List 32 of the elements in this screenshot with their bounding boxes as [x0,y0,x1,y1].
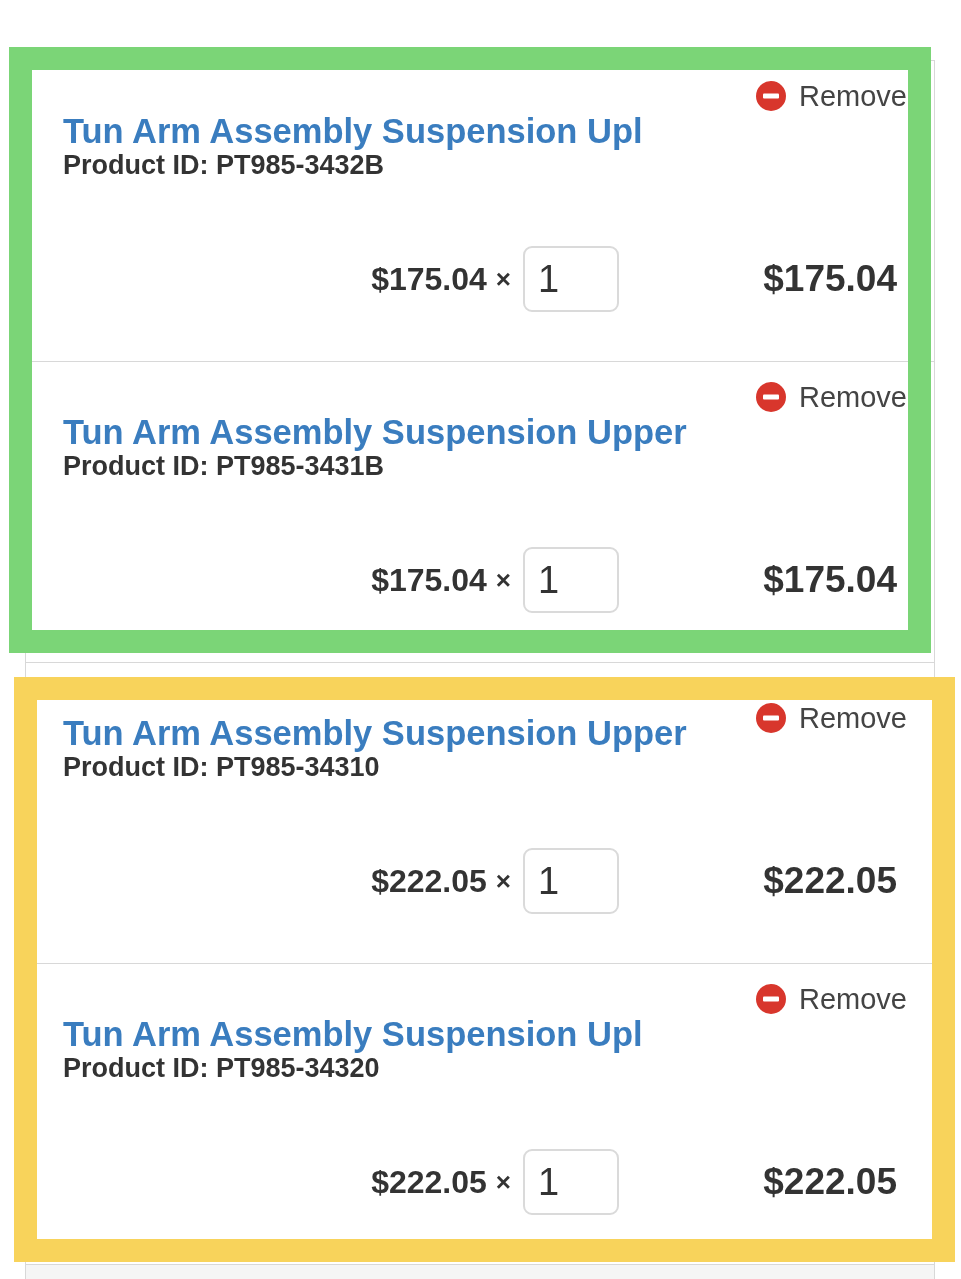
remove-button[interactable]: Remove [756,80,907,112]
line-total: $175.04 [762,560,898,600]
multiply-sign: × [495,1167,511,1197]
product-id: Product ID: PT985-34310 [63,752,380,782]
product-id: Product ID: PT985-34320 [63,1053,380,1083]
product-title-link[interactable]: Tun Arm Assembly Suspension Upper [63,714,687,752]
remove-button[interactable]: Remove [756,381,907,413]
minus-circle-icon [756,984,786,1014]
multiply-sign: × [495,264,511,294]
line-total: $222.05 [762,1162,898,1202]
quantity-field[interactable]: 1 [523,1149,619,1215]
unit-price: $175.04 [371,562,487,598]
multiply-sign: × [495,565,511,595]
remove-button[interactable]: Remove [756,983,907,1015]
unit-price: $222.05 [371,1164,487,1200]
quantity-field[interactable]: 1 [523,547,619,613]
line-total: $222.05 [762,861,898,901]
line-total: $175.04 [762,259,898,299]
unit-price: $222.05 [371,863,487,899]
unit-price: $175.04 [371,261,487,297]
quantity-field[interactable]: 1 [523,848,619,914]
minus-circle-icon [756,703,786,733]
product-title-link[interactable]: Tun Arm Assembly Suspension Upl [63,112,643,150]
product-title-link[interactable]: Tun Arm Assembly Suspension Upper [63,413,687,451]
minus-circle-icon [756,81,786,111]
product-title-link[interactable]: Tun Arm Assembly Suspension Upl [63,1015,643,1053]
multiply-sign: × [495,866,511,896]
quantity-field[interactable]: 1 [523,246,619,312]
minus-circle-icon [756,382,786,412]
remove-button[interactable]: Remove [756,702,907,734]
product-id: Product ID: PT985-3432B [63,150,385,180]
product-id: Product ID: PT985-3431B [63,451,385,481]
